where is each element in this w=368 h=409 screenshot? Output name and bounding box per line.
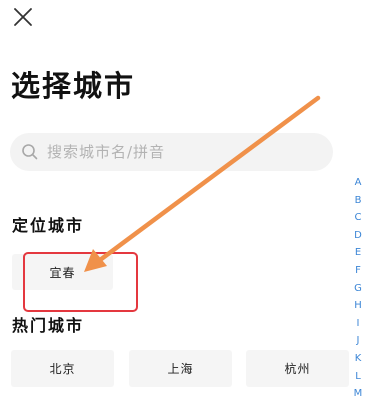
search-box[interactable] (10, 133, 333, 171)
location-section-title: 定位城市 (12, 216, 85, 235)
hot-city-chip-hangzhou[interactable]: 杭州 (246, 350, 349, 387)
hot-city-chip-shanghai[interactable]: 上海 (129, 350, 232, 387)
alphabet-index-letter[interactable]: H (354, 297, 362, 315)
alphabet-index-letter[interactable]: K (355, 350, 362, 368)
search-input[interactable] (45, 142, 309, 162)
location-city-chip[interactable]: 宜春 (12, 254, 113, 290)
alphabet-index-letter[interactable]: F (355, 262, 361, 280)
alphabet-index-letter[interactable]: M (354, 385, 363, 403)
city-picker-page: 选择城市 定位城市 宜春 热门城市 北京 上海 杭州 A B C D E F G… (0, 0, 368, 409)
hot-city-chip-beijing[interactable]: 北京 (11, 350, 114, 387)
close-icon (14, 8, 32, 26)
alphabet-index-letter[interactable]: E (355, 244, 361, 262)
page-title: 选择城市 (11, 69, 136, 103)
alphabet-index: A B C D E F G H I J K L M (351, 174, 365, 403)
alphabet-index-letter[interactable]: C (355, 209, 362, 227)
close-button[interactable] (10, 4, 36, 30)
alphabet-index-letter[interactable]: G (354, 280, 362, 298)
alphabet-index-letter[interactable]: B (355, 192, 362, 210)
alphabet-index-letter[interactable]: A (355, 174, 362, 192)
hot-cities-section-title: 热门城市 (12, 316, 85, 335)
alphabet-index-letter[interactable]: I (357, 315, 360, 333)
alphabet-index-letter[interactable]: D (354, 227, 362, 245)
alphabet-index-letter[interactable]: J (357, 332, 360, 350)
search-icon (22, 144, 38, 160)
alphabet-index-letter[interactable]: L (355, 368, 361, 386)
annotation-arrow (84, 95, 321, 272)
